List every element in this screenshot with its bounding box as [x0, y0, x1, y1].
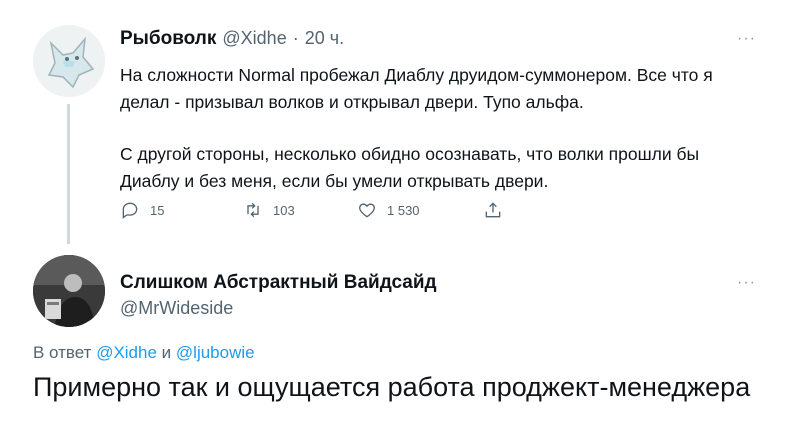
tweet2-author-block: Слишком Абстрактный Вайдсайд @MrWideside — [120, 272, 437, 319]
tweet1-body: На сложности Normal пробежал Диаблу друи… — [120, 62, 740, 195]
ellipsis-icon[interactable]: ··· — [737, 274, 756, 292]
tweet1-paragraph-2: С другой стороны, несколько обидно осозн… — [120, 144, 700, 191]
reply-button[interactable]: 15 — [120, 200, 164, 220]
author-handle[interactable]: @Xidhe — [222, 28, 286, 49]
author-handle[interactable]: @MrWideside — [120, 298, 437, 319]
reply-and: и — [161, 343, 172, 362]
reply-link-xidhe[interactable]: @Xidhe — [96, 343, 157, 362]
retweet-button[interactable]: 103 — [243, 200, 295, 220]
share-button[interactable] — [483, 200, 503, 220]
reply-count: 15 — [150, 202, 165, 218]
retweet-icon — [247, 202, 259, 218]
person-photo-avatar-icon — [33, 255, 105, 327]
tweet1-header: Рыбоволк @Xidhe · 20 ч. — [120, 28, 344, 50]
reply-link-ljubowie[interactable]: @ljubowie — [176, 343, 255, 362]
heart-icon — [359, 203, 375, 218]
like-count: 1 530 — [387, 202, 420, 218]
tweet2-text: Примерно так и ощущается работа проджект… — [33, 372, 751, 402]
author-name[interactable]: Слишком Абстрактный Вайдсайд — [120, 272, 437, 294]
ellipsis-icon[interactable]: ··· — [737, 30, 756, 48]
reply-prefix: В ответ — [33, 343, 92, 362]
dot-separator: · — [292, 28, 299, 48]
tweet1-paragraph-1: На сложности Normal пробежал Диаблу друи… — [120, 65, 713, 112]
replying-to-line: В ответ @Xidhe и @ljubowie — [33, 343, 255, 363]
reply-icon — [122, 202, 138, 219]
thread-connector-line — [67, 104, 70, 244]
share-icon — [485, 202, 501, 218]
retweet-count: 103 — [273, 202, 295, 218]
avatar-xidhe[interactable] — [33, 25, 105, 97]
wolf-avatar-icon — [33, 25, 105, 97]
author-name[interactable]: Рыбоволк — [120, 28, 216, 50]
like-button[interactable]: 1 530 — [357, 200, 420, 220]
avatar-mrwideside[interactable] — [33, 255, 105, 327]
tweet-time[interactable]: 20 ч. — [305, 28, 344, 49]
